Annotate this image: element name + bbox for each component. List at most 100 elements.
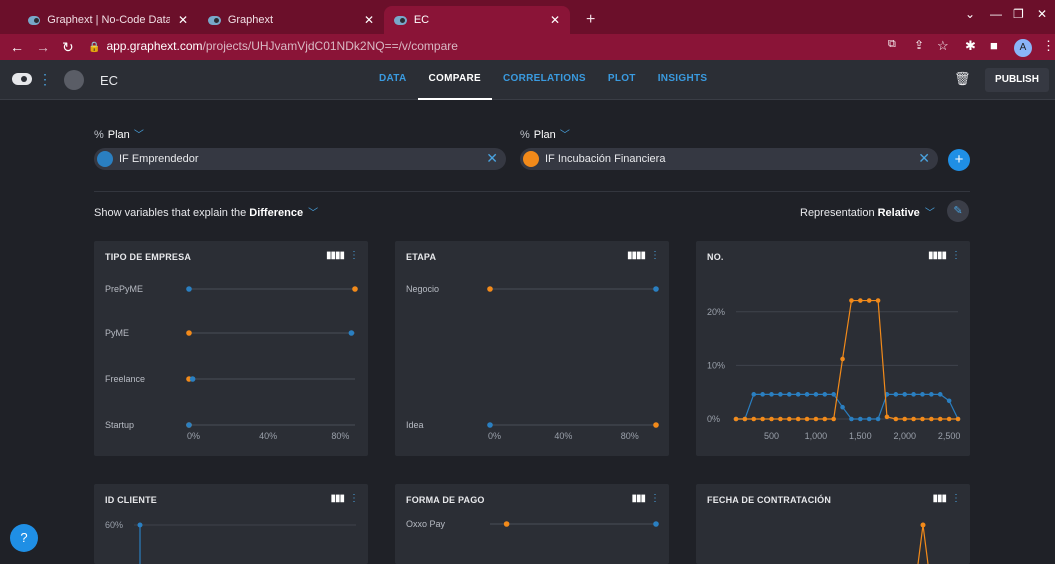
left-plan-field[interactable]: IF Emprendedor ✕ (94, 148, 506, 170)
data-point (751, 417, 756, 422)
data-point (929, 417, 934, 422)
data-point (805, 417, 810, 422)
data-point (929, 392, 934, 397)
orange-dot (653, 422, 659, 428)
profile-avatar[interactable]: A (1014, 39, 1032, 57)
share-icon[interactable]: ⇪ (914, 38, 924, 52)
card-tipo-de-empresa: TIPO DE EMPRESA ▮▮▮▮⋮ PrePyMEPyMEFreelan… (94, 241, 368, 456)
data-point (778, 392, 783, 397)
left-group-color (97, 151, 113, 167)
y-tick-label: 20% (707, 307, 725, 317)
y-tick-label: 10% (707, 360, 725, 370)
trash-icon[interactable]: 🗑 (954, 71, 971, 87)
orange-dot (352, 286, 358, 292)
chevron-down-icon[interactable]: ⌄ (965, 7, 975, 21)
category-label: PyME (105, 328, 129, 338)
tab-data[interactable]: DATA (368, 60, 418, 100)
clear-icon[interactable]: ✕ (486, 150, 498, 167)
tab-title: Graphext | No-Code Data Analyti (47, 14, 170, 26)
browser-toolbar: ← → ↻ 🔒app.graphext.com/projects/UHJvamV… (0, 34, 1055, 60)
right-group-color (523, 151, 539, 167)
browser-tab-ec[interactable]: EC ✕ (384, 6, 570, 34)
series-line (918, 525, 928, 564)
right-plan-field[interactable]: IF Incubación Financiera ✕ (520, 148, 938, 170)
blue-dot (653, 286, 659, 292)
graphext-logo-icon[interactable] (12, 73, 32, 85)
data-point (938, 392, 943, 397)
x-tick-label: 0% (488, 431, 501, 441)
close-icon[interactable]: ✕ (178, 13, 188, 27)
data-point (823, 392, 828, 397)
tipo-rows: PrePyMEPyMEFreelanceStartup0%40%80% (105, 284, 358, 441)
x-tick-label: 80% (621, 431, 639, 441)
data-point (796, 392, 801, 397)
app-menu-icon[interactable]: ⋮ (38, 71, 52, 88)
blue-dot (186, 422, 192, 428)
x-tick-label: 1,000 (805, 431, 828, 441)
data-point (902, 392, 907, 397)
address-bar[interactable]: 🔒app.graphext.com/projects/UHJvamVjdC01N… (88, 39, 458, 53)
fecha-chart (696, 484, 970, 564)
data-point (867, 298, 872, 303)
restore-icon[interactable]: ❐ (1013, 7, 1024, 21)
close-icon[interactable]: ✕ (364, 13, 374, 27)
explain-prefix: Show variables that explain the (94, 207, 246, 219)
blue-dot (186, 286, 192, 292)
data-point (743, 417, 748, 422)
data-point (138, 523, 143, 528)
data-point (858, 417, 863, 422)
data-point (902, 417, 907, 422)
reload-icon[interactable]: ↻ (62, 39, 74, 56)
divider (94, 191, 970, 192)
forward-icon[interactable]: → (36, 39, 50, 55)
id-plot: 60% (105, 520, 356, 564)
browser-menu-icon[interactable]: ⋮ (1042, 38, 1055, 54)
browser-tab-graphext[interactable]: Graphext ✕ (198, 6, 384, 34)
representation-label: Representation (800, 207, 875, 219)
tab-compare[interactable]: COMPARE (418, 60, 492, 100)
representation-selector[interactable]: RepresentationRelative﹀ (800, 204, 935, 219)
star-icon[interactable]: ☆ (937, 38, 949, 54)
graphext-logo-icon (28, 16, 40, 25)
data-point (920, 417, 925, 422)
close-window-icon[interactable]: ✕ (1037, 7, 1047, 21)
left-plan-label: Plan (108, 129, 130, 141)
translate-icon[interactable]: ⧉ (888, 38, 896, 51)
sidepanel-icon[interactable]: ■ (990, 38, 998, 53)
add-group-button[interactable]: + (948, 149, 970, 171)
data-point (787, 392, 792, 397)
app-header: ⋮ EC DATA COMPARE CORRELATIONS PLOT INSI… (0, 60, 1055, 100)
percent-icon: % (94, 129, 104, 141)
category-label: PrePyME (105, 284, 143, 294)
explain-selector[interactable]: Show variables that explain theDifferenc… (94, 204, 318, 219)
etapa-chart: NegocioIdea0%40%80% (395, 241, 669, 456)
y-tick-label: 60% (105, 520, 123, 530)
help-button[interactable]: ? (10, 524, 38, 552)
minimize-icon[interactable]: — (990, 7, 1002, 21)
publish-button[interactable]: PUBLISH (985, 68, 1049, 92)
graphext-logo-icon (394, 16, 407, 25)
tab-insights[interactable]: INSIGHTS (647, 60, 719, 100)
right-plan-selector[interactable]: %Plan﹀ (520, 126, 570, 141)
x-tick-label: 80% (331, 431, 349, 441)
tab-correlations[interactable]: CORRELATIONS (492, 60, 597, 100)
card-id-cliente: ID CLIENTE ▮▮▮⋮ 60% (94, 484, 368, 564)
clear-icon[interactable]: ✕ (918, 150, 930, 167)
card-no: NO. ▮▮▮▮⋮ 0%10%20%5001,0001,5002,0002,50… (696, 241, 970, 456)
extensions-icon[interactable]: ✱ (965, 38, 976, 54)
data-point (894, 392, 899, 397)
browser-tab-graphext-home[interactable]: Graphext | No-Code Data Analyti ✕ (18, 6, 198, 34)
close-icon[interactable]: ✕ (550, 13, 560, 27)
x-tick-label: 0% (187, 431, 200, 441)
x-tick-label: 2,000 (893, 431, 916, 441)
x-tick-label: 500 (764, 431, 779, 441)
pin-icon[interactable]: ✎ (947, 200, 969, 222)
back-icon[interactable]: ← (10, 39, 24, 55)
tab-plot[interactable]: PLOT (597, 60, 647, 100)
card-fecha-de-contratacion: FECHA DE CONTRATACIÓN ▮▮▮⋮ (696, 484, 970, 564)
new-tab-button[interactable]: + (576, 6, 605, 34)
avatar[interactable] (64, 70, 84, 90)
left-plan-selector[interactable]: %Plan﹀ (94, 126, 144, 141)
blue-dot (349, 330, 355, 336)
data-point (823, 417, 828, 422)
